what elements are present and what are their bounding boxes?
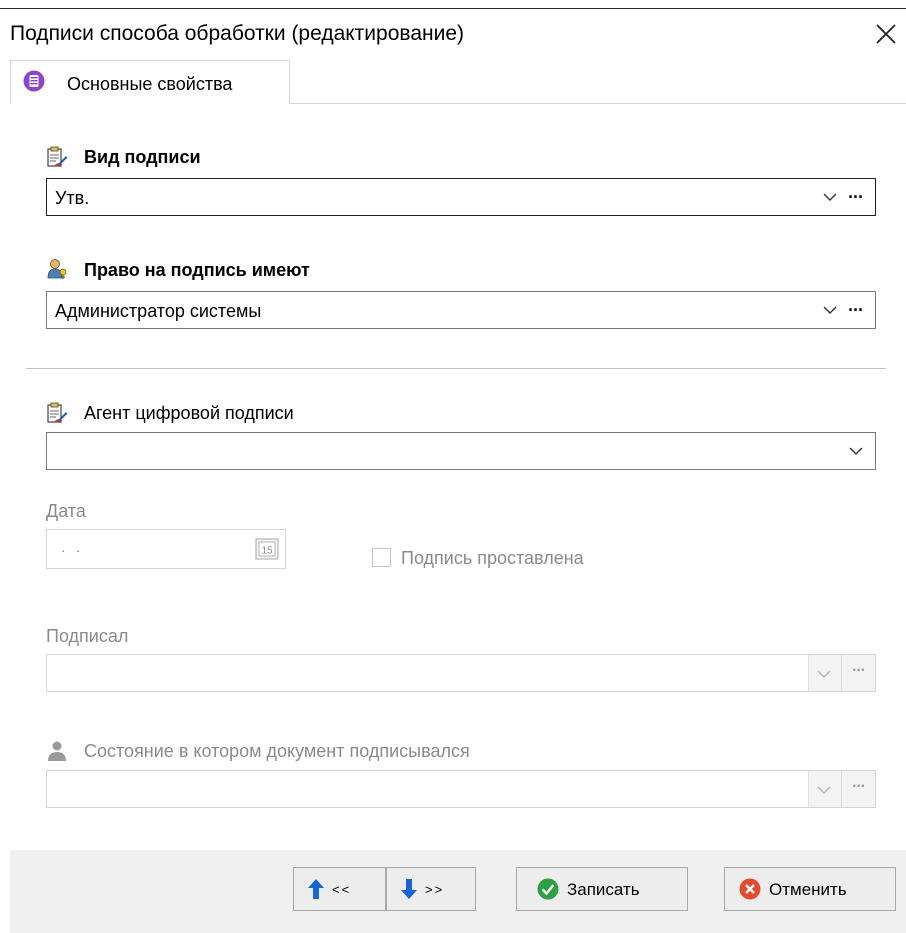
tab-main-properties[interactable]: Основные свойства: [10, 60, 290, 104]
signature-doc-icon: [47, 146, 68, 167]
ellipsis-button[interactable]: ···: [848, 301, 864, 319]
signing-right-combo[interactable]: Администратор системы ···: [46, 291, 876, 329]
next-label: >>: [425, 882, 445, 897]
close-icon[interactable]: [874, 22, 898, 46]
prev-record-button[interactable]: <<: [293, 867, 386, 911]
doc-state-dropdown-button[interactable]: [808, 771, 841, 807]
signing-right-label: Право на подпись имеют: [84, 260, 310, 280]
signature-type-combo[interactable]: Утв. ···: [46, 178, 876, 216]
doc-state-label: Состояние в котором документ подписывалс…: [84, 741, 470, 761]
user-key-icon: [47, 259, 67, 279]
person-icon: [48, 741, 66, 761]
section-divider: [26, 368, 886, 369]
chevron-down-icon[interactable]: [823, 305, 837, 315]
signed-by-dropdown-button[interactable]: [808, 655, 841, 691]
dialog-footer: << >> Записать Отменить: [10, 850, 906, 933]
cancel-circle-icon: [739, 878, 761, 900]
arrow-up-icon: [308, 879, 324, 899]
window-top-border: [0, 8, 906, 9]
tab-strip-line: [290, 103, 906, 104]
date-value: . .: [61, 539, 84, 556]
calendar-icon[interactable]: 15: [255, 538, 279, 560]
save-button[interactable]: Записать: [516, 867, 688, 911]
database-icon: [23, 70, 45, 92]
cancel-label: Отменить: [769, 880, 847, 899]
signed-by-ellipsis-button[interactable]: ···: [841, 655, 875, 691]
prev-label: <<: [332, 882, 352, 897]
doc-state-combo[interactable]: ···: [46, 770, 876, 808]
signed-by-combo[interactable]: ···: [46, 654, 876, 692]
tab-label: Основные свойства: [67, 74, 233, 94]
chevron-down-icon: [817, 786, 831, 794]
signed-checkbox[interactable]: [372, 548, 391, 567]
doc-state-ellipsis-button[interactable]: ···: [841, 771, 875, 807]
chevron-down-icon: [817, 670, 831, 678]
cancel-button[interactable]: Отменить: [724, 867, 896, 911]
date-input[interactable]: . . 15: [46, 529, 286, 569]
signature-doc-icon: [47, 402, 68, 423]
signed-checkbox-label: Подпись проставлена: [401, 548, 584, 568]
signing-right-value: Администратор системы: [55, 301, 262, 321]
save-label: Записать: [567, 880, 640, 899]
chevron-down-icon[interactable]: [823, 192, 837, 202]
signature-type-label: Вид подписи: [84, 147, 201, 167]
arrow-down-icon: [401, 879, 417, 899]
digital-agent-label: Агент цифровой подписи: [84, 403, 294, 423]
signed-by-label: Подписал: [46, 626, 129, 646]
chevron-down-icon[interactable]: [849, 446, 863, 456]
check-circle-icon: [537, 878, 559, 900]
date-label: Дата: [46, 501, 86, 521]
window-title: Подписи способа обработки (редактировани…: [10, 22, 464, 45]
next-record-button[interactable]: >>: [386, 867, 476, 911]
signature-type-value: Утв.: [55, 188, 90, 208]
calendar-day: 15: [261, 546, 273, 557]
digital-agent-combo[interactable]: [46, 432, 876, 470]
ellipsis-button[interactable]: ···: [848, 188, 864, 206]
